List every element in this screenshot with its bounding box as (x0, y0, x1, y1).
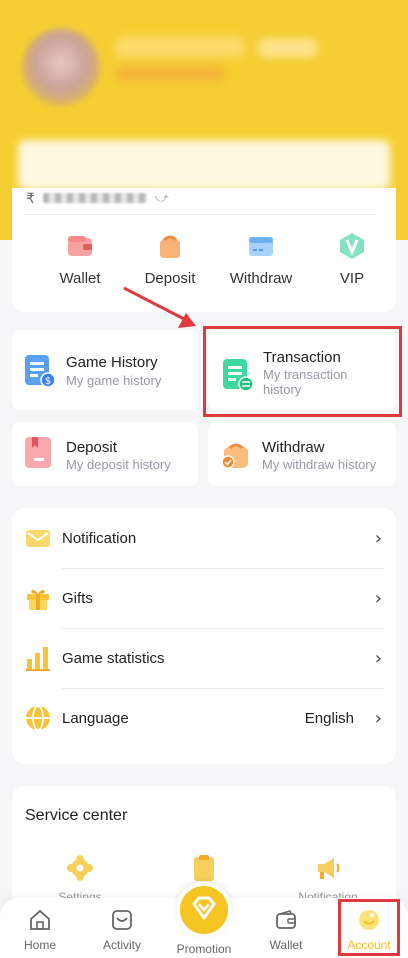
nav-home[interactable]: Home (5, 908, 75, 952)
globe-icon (25, 705, 51, 731)
menu-item-game-statistics[interactable]: Game statistics › (12, 628, 396, 688)
menu-item-notification[interactable]: Notification › (12, 508, 396, 568)
svg-text:$: $ (45, 376, 51, 387)
login-info-blurred (18, 140, 390, 190)
nav-home-label: Home (23, 938, 56, 952)
deposit-history-subtitle: My deposit history (66, 457, 171, 472)
chevron-right-icon: › (374, 587, 382, 609)
deposit-icon (156, 232, 184, 260)
transaction-highlight-box (203, 326, 402, 417)
gift-icon (25, 585, 51, 611)
withdraw-history-title: Withdraw (262, 439, 325, 456)
activity-icon (110, 908, 134, 932)
service-center-title: Service center (25, 807, 128, 824)
vip-button[interactable]: VIP (312, 232, 392, 287)
game-history-title: Game History (66, 354, 158, 371)
wallet-icon (274, 908, 298, 932)
balance-card: ₹ ⤻ Wallet Deposit Withdraw VIP (12, 188, 396, 312)
deposit-button[interactable]: Deposit (130, 232, 210, 287)
settings-menu: Notification › Gifts › Game statistics › (12, 508, 396, 764)
gifts-label: Gifts (62, 589, 93, 607)
card-icon (247, 232, 275, 260)
nav-promotion-label: Promotion (176, 942, 232, 956)
service-settings[interactable]: Settings (40, 854, 120, 904)
menu-item-language[interactable]: Language English › (12, 688, 396, 748)
balance-row: ₹ ⤻ (26, 188, 169, 208)
language-label: Language (62, 709, 129, 727)
withdraw-label: Withdraw (229, 270, 293, 287)
menu-item-gifts[interactable]: Gifts › (12, 568, 396, 628)
game-history-tile[interactable]: $ Game History My game history (12, 330, 198, 410)
chevron-right-icon: › (374, 527, 382, 549)
refresh-icon[interactable]: ⤻ (155, 190, 169, 206)
avatar[interactable] (22, 28, 100, 106)
service-notification[interactable]: Notification (288, 854, 368, 904)
notification-label: Notification (62, 529, 137, 547)
currency-symbol: ₹ (26, 189, 35, 206)
clipboard-icon (190, 854, 218, 882)
document-bookmark-icon (24, 436, 56, 470)
megaphone-icon (314, 854, 342, 882)
vip-badge-blurred (258, 38, 318, 58)
gear-icon (66, 854, 94, 882)
withdraw-history-tile[interactable]: Withdraw My withdraw history (208, 422, 396, 486)
chevron-right-icon: › (374, 707, 382, 729)
deposit-history-tile[interactable]: Deposit My deposit history (12, 422, 198, 486)
bar-chart-icon (25, 645, 51, 671)
nav-wallet-label: Wallet (269, 938, 303, 952)
wallet-icon (66, 232, 94, 260)
vip-icon (338, 232, 366, 260)
divider (26, 214, 374, 215)
purse-check-icon (220, 436, 252, 470)
username-blurred (115, 36, 245, 58)
wallet-label: Wallet (59, 270, 101, 287)
vip-label: VIP (339, 270, 365, 287)
deposit-label: Deposit (144, 270, 196, 287)
game-statistics-label: Game statistics (62, 649, 165, 667)
wallet-button[interactable]: Wallet (40, 232, 120, 287)
game-history-subtitle: My game history (66, 373, 162, 388)
withdraw-history-subtitle: My withdraw history (262, 457, 377, 472)
withdraw-button[interactable]: Withdraw (221, 232, 301, 287)
home-icon (28, 908, 52, 932)
account-highlight-box (338, 899, 400, 956)
nav-promotion[interactable]: Promotion (169, 882, 239, 956)
language-value: English (304, 709, 354, 727)
document-dollar-icon: $ (24, 354, 56, 388)
balance-value-masked (42, 193, 147, 203)
uid-blurred (115, 66, 225, 82)
nav-activity[interactable]: Activity (87, 908, 157, 952)
nav-wallet[interactable]: Wallet (251, 908, 321, 952)
deposit-history-title: Deposit (66, 439, 117, 456)
envelope-icon (25, 525, 51, 551)
diamond-icon (176, 882, 232, 938)
nav-activity-label: Activity (102, 938, 141, 952)
chevron-right-icon: › (374, 647, 382, 669)
